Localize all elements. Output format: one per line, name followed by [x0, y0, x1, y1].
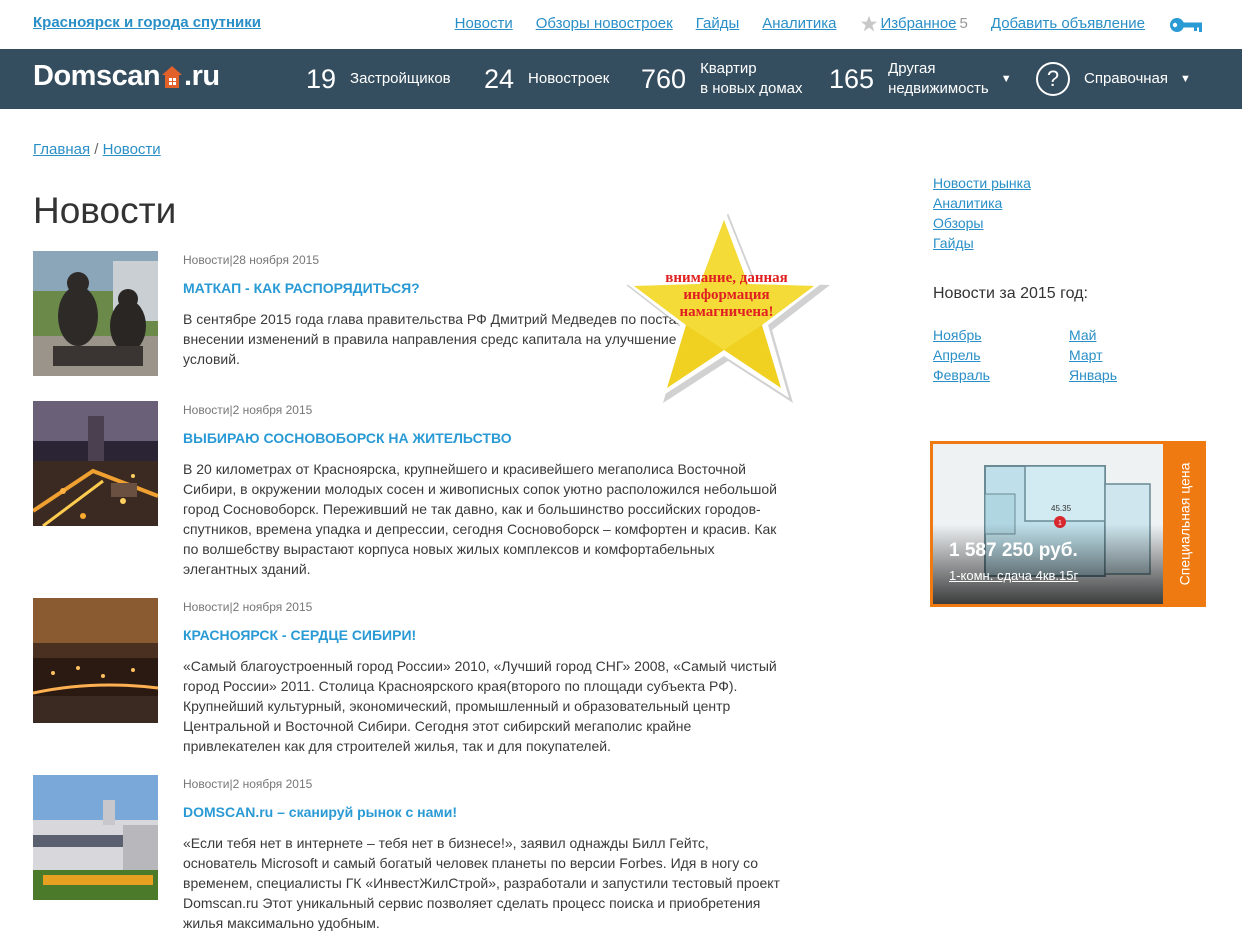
stat-label-line: недвижимость: [888, 80, 989, 97]
news-thumbnail-building[interactable]: [33, 775, 158, 900]
news-thumbnail-sculpture[interactable]: [33, 251, 158, 376]
news-thumbnail-city-night[interactable]: [33, 401, 158, 526]
dropdown-arrow-icon: ▼: [1180, 73, 1191, 85]
news-item: Новости|2 ноября 2015 DOMSCAN.ru – скани…: [33, 775, 793, 935]
month-link-february[interactable]: Февраль: [933, 365, 1069, 385]
news-excerpt: «Самый благоустроенный город России» 201…: [183, 658, 777, 754]
breadcrumb: Главная / Новости: [33, 141, 161, 158]
site-logo[interactable]: Domscan .ru: [33, 60, 220, 93]
dropdown-arrow-icon: ▼: [1000, 73, 1012, 85]
news-title-link[interactable]: Выбираю Сосновоборск на жительство: [183, 430, 783, 446]
stat-label-line: в новых домах: [700, 80, 803, 97]
help-label: Справочная: [1084, 70, 1169, 87]
top-nav-news[interactable]: Новости: [455, 15, 513, 32]
news-meta: Новости|2 ноября 2015: [183, 600, 313, 614]
news-item: Новости|2 ноября 2015 Красноярск - сердц…: [33, 598, 793, 758]
page-title: Новости: [33, 190, 177, 231]
stat-number: 19: [306, 63, 337, 94]
sidebar-link-analytics[interactable]: Аналитика: [933, 193, 1031, 213]
promo-price: 1 587 250 руб.: [949, 540, 1078, 561]
topbar: Красноярск и города спутники Новости Обз…: [0, 0, 1242, 49]
news-category: Новости: [183, 253, 230, 267]
news-category: Новости: [183, 777, 230, 791]
plan-area-label: 45.35: [1051, 504, 1072, 513]
news-date: 28 ноября 2015: [232, 253, 319, 267]
special-offer-card[interactable]: 45.35 1 1 587 250 руб. 1-комн. сдача 4кв…: [930, 441, 1206, 607]
promo-description-link[interactable]: 1-комн. сдача 4кв.15г: [949, 568, 1078, 583]
month-link-april[interactable]: Апрель: [933, 345, 1069, 365]
archive-heading: Новости за 2015 год:: [933, 285, 1088, 302]
stat-other-property[interactable]: 165 Другая недвижимость ▼: [829, 49, 1012, 109]
stat-new-buildings[interactable]: 24 Новостроек: [484, 49, 609, 109]
breadcrumb-home[interactable]: Главная: [33, 141, 90, 158]
top-nav-guides[interactable]: Гайды: [696, 15, 740, 32]
magnet-star-sticker: внимание, данная информация намагничена!: [614, 200, 834, 415]
month-link-november[interactable]: Ноябрь: [933, 325, 1069, 345]
stat-number: 165: [829, 63, 875, 94]
favorites-label[interactable]: Избранное: [881, 15, 957, 32]
news-title-link[interactable]: DOMSCAN.ru – сканируй рынок с нами!: [183, 804, 783, 820]
news-body: Новости|2 ноября 2015 Выбираю Сосновобор…: [183, 401, 783, 579]
promo-side-label: Специальная цена: [1163, 441, 1206, 607]
news-date: 2 ноября 2015: [232, 403, 313, 417]
news-body: Новости|2 ноября 2015 Красноярск - сердц…: [183, 598, 783, 756]
stat-label-line: Другая: [888, 60, 936, 77]
city-link[interactable]: Красноярск и города спутники: [33, 14, 261, 31]
news-item: Новости|2 ноября 2015 Выбираю Сосновобор…: [33, 401, 793, 581]
help-menu[interactable]: ? Справочная ▼: [1036, 49, 1191, 109]
main-header: Domscan .ru 19 Застройщиков 24 Новострое…: [0, 49, 1242, 109]
month-archive: Ноябрь Май Апрель Март Февраль Январь: [933, 325, 1169, 385]
sticker-text: внимание, данная информация намагничена!: [665, 270, 788, 320]
sidebar-link-reviews[interactable]: Обзоры: [933, 213, 1031, 233]
news-image: [33, 251, 158, 376]
news-image: [33, 401, 158, 526]
news-category: Новости: [183, 600, 230, 614]
top-nav-analytics[interactable]: Аналитика: [762, 15, 836, 32]
sidebar-link-market-news[interactable]: Новости рынка: [933, 173, 1031, 193]
news-thumbnail-bridge[interactable]: [33, 598, 158, 723]
news-date: 2 ноября 2015: [232, 777, 313, 791]
top-nav-reviews[interactable]: Обзоры новостроек: [536, 15, 673, 32]
logo-tld: .ru: [184, 60, 220, 92]
news-excerpt: «Если тебя нет в интернете – тебя нет в …: [183, 835, 780, 931]
month-link-january[interactable]: Январь: [1069, 365, 1169, 385]
stat-apartments[interactable]: 760 Квартир в новых домах: [641, 49, 803, 109]
stat-label: Другая недвижимость: [888, 59, 989, 99]
news-excerpt: В 20 километрах от Красноярска, крупнейш…: [183, 461, 777, 577]
stat-number: 24: [484, 63, 515, 94]
news-date: 2 ноября 2015: [232, 600, 313, 614]
star-icon: [860, 15, 877, 32]
breadcrumb-current[interactable]: Новости: [103, 141, 161, 158]
house-icon: [162, 65, 183, 88]
stat-label: Новостроек: [528, 70, 610, 87]
sidebar-link-guides[interactable]: Гайды: [933, 233, 1031, 253]
stat-label-line: Квартир: [700, 60, 757, 77]
promo-side-text: Специальная цена: [1176, 462, 1193, 586]
news-title-link[interactable]: Красноярск - сердце Сибири!: [183, 627, 783, 643]
news-body: Новости|2 ноября 2015 DOMSCAN.ru – скани…: [183, 775, 783, 933]
question-icon: ?: [1036, 62, 1070, 96]
favorites-link[interactable]: Избранное 5: [860, 15, 968, 32]
month-link-march[interactable]: Март: [1069, 345, 1169, 365]
sidebar-links: Новости рынка Аналитика Обзоры Гайды: [933, 173, 1031, 253]
favorites-count: 5: [959, 15, 968, 32]
news-image: [33, 598, 158, 723]
stat-label: Квартир в новых домах: [700, 59, 802, 99]
logo-text: Domscan: [33, 60, 161, 92]
top-nav: Новости Обзоры новостроек Гайды Аналитик…: [455, 15, 1145, 32]
news-meta: Новости|2 ноября 2015: [183, 777, 313, 791]
stat-developers[interactable]: 19 Застройщиков: [306, 49, 451, 109]
stat-label: Застройщиков: [350, 70, 451, 87]
floor-plan-image: 45.35 1 1 587 250 руб. 1-комн. сдача 4кв…: [933, 444, 1163, 604]
month-link-may[interactable]: Май: [1069, 325, 1169, 345]
breadcrumb-separator: /: [90, 141, 103, 158]
key-icon[interactable]: [1168, 16, 1204, 34]
stat-number: 760: [641, 63, 687, 94]
news-image: [33, 775, 158, 900]
add-listing-link[interactable]: Добавить объявление: [991, 15, 1145, 32]
news-category: Новости: [183, 403, 230, 417]
